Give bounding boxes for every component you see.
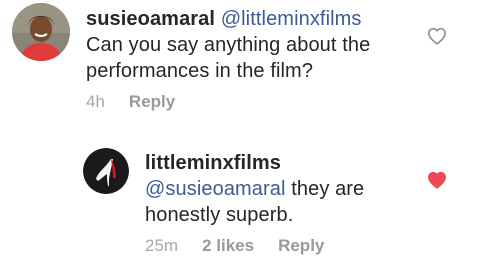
reply-timestamp: 25m [145, 236, 179, 255]
comment-text-line-1: Can you say anything about the [86, 34, 371, 56]
heart-icon[interactable] [427, 27, 447, 45]
comment-mention[interactable]: @littleminxfilms [221, 8, 362, 30]
reply-button[interactable]: Reply [278, 236, 324, 256]
reply-text-line-1: they are [285, 178, 365, 200]
likes-count[interactable]: 2 likes [202, 236, 254, 256]
heart-icon[interactable] [427, 171, 447, 189]
avatar[interactable] [12, 3, 70, 61]
reply-button[interactable]: Reply [129, 92, 175, 112]
reply-text: littleminxfilms @susieoamaral they are h… [145, 150, 415, 228]
comment-text: susieoamaral @littleminxfilms Can you sa… [86, 6, 406, 84]
avatar[interactable] [83, 148, 129, 194]
reply-mention[interactable]: @susieoamaral [145, 178, 286, 200]
reply-meta: 25m 2 likes Reply [145, 236, 324, 256]
comment-text-line-2: performances in the film? [86, 60, 314, 82]
comment-meta: 4h Reply [86, 92, 175, 112]
reply-text-line-2: honestly superb. [145, 204, 294, 226]
comment-timestamp: 4h [86, 92, 105, 111]
reply-username[interactable]: littleminxfilms [145, 152, 281, 174]
comment-username[interactable]: susieoamaral [86, 8, 215, 30]
